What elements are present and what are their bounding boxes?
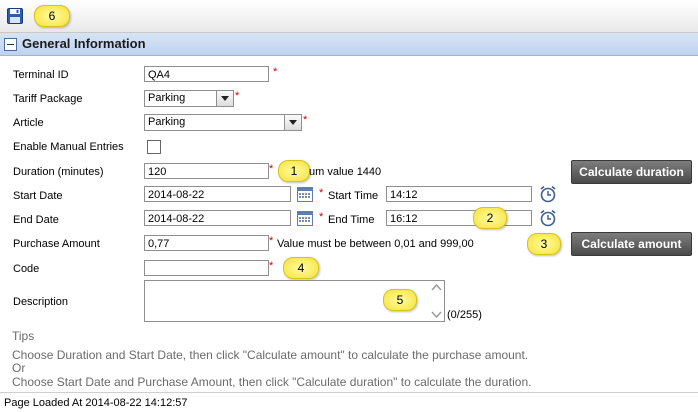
purchase-amount-input[interactable]: 0,77 — [144, 235, 269, 251]
article-label: Article — [13, 117, 44, 129]
required-mark: * — [319, 211, 324, 223]
callout-5: 5 — [383, 289, 417, 311]
tips-line-2: Or — [12, 361, 26, 375]
scrollbar[interactable] — [429, 281, 444, 321]
calculate-amount-button[interactable]: Calculate amount — [571, 232, 692, 256]
duration-input[interactable]: 120 — [144, 163, 269, 179]
description-counter: (0/255) — [447, 309, 482, 321]
required-mark: * — [269, 235, 274, 247]
callout-1: 1 — [278, 160, 310, 182]
calendar-icon[interactable] — [297, 210, 313, 226]
article-select[interactable]: Parking — [144, 114, 302, 131]
page-loaded-status: Page Loaded At 2014-08-22 14:12:57 — [4, 397, 188, 409]
required-mark: * — [273, 66, 278, 78]
start-time-label: Start Time — [328, 190, 379, 202]
duration-hint-suffix: um value 1440 — [309, 166, 382, 178]
end-time-label: End Time — [328, 214, 375, 226]
code-input[interactable] — [144, 260, 269, 276]
end-date-input[interactable]: 2014-08-22 — [144, 210, 291, 226]
end-time-input[interactable]: 16:12 — [386, 210, 532, 226]
collapse-icon[interactable] — [4, 38, 17, 51]
tariff-package-value: Parking — [148, 92, 186, 104]
panel-title: General Information — [22, 36, 146, 51]
chevron-down-icon — [284, 115, 301, 130]
terminal-id-input[interactable]: QA4 — [144, 66, 269, 82]
callout-4: 4 — [283, 257, 319, 279]
article-value: Parking — [148, 116, 186, 128]
description-label: Description — [13, 296, 69, 308]
start-time-input[interactable]: 14:12 — [386, 186, 532, 202]
tips-title: Tips — [12, 329, 35, 343]
alarm-clock-icon[interactable] — [539, 209, 557, 227]
purchase-amount-hint: Value must be between 0,01 and 999,00 — [277, 238, 474, 250]
required-mark: * — [235, 90, 240, 102]
manual-entries-label: Enable Manual Entries — [13, 141, 124, 153]
tariff-package-label: Tariff Package — [13, 93, 83, 105]
alarm-clock-icon[interactable] — [539, 185, 557, 203]
terminal-id-label: Terminal ID — [13, 69, 69, 81]
end-date-label: End Date — [13, 214, 59, 226]
required-mark: * — [319, 187, 324, 199]
tariff-package-select[interactable]: Parking — [144, 90, 234, 107]
floppy-disk-icon[interactable] — [7, 8, 23, 24]
required-mark: * — [269, 260, 274, 272]
required-mark: * — [303, 114, 308, 126]
status-bar: Page Loaded At 2014-08-22 14:12:57 — [0, 392, 698, 412]
panel-header: General Information — [0, 33, 698, 56]
manual-entries-checkbox[interactable] — [147, 140, 161, 154]
calculate-duration-button[interactable]: Calculate duration — [571, 160, 692, 184]
purchase-amount-label: Purchase Amount — [13, 238, 100, 250]
callout-3: 3 — [527, 233, 561, 255]
callout-6: 6 — [34, 5, 70, 27]
calendar-icon[interactable] — [297, 186, 313, 202]
chevron-down-icon — [216, 91, 233, 106]
toolbar: 6 — [0, 0, 698, 33]
duration-label: Duration (minutes) — [13, 166, 104, 178]
required-mark: * — [269, 163, 274, 175]
callout-2: 2 — [473, 207, 507, 229]
start-date-label: Start Date — [13, 190, 63, 202]
tips-line-1: Choose Duration and Start Date, then cli… — [12, 348, 529, 362]
tips-line-3: Choose Start Date and Purchase Amount, t… — [12, 375, 532, 389]
start-date-input[interactable]: 2014-08-22 — [144, 186, 291, 202]
code-label: Code — [13, 263, 40, 275]
duration-hint: um value 1440 — [309, 166, 381, 178]
